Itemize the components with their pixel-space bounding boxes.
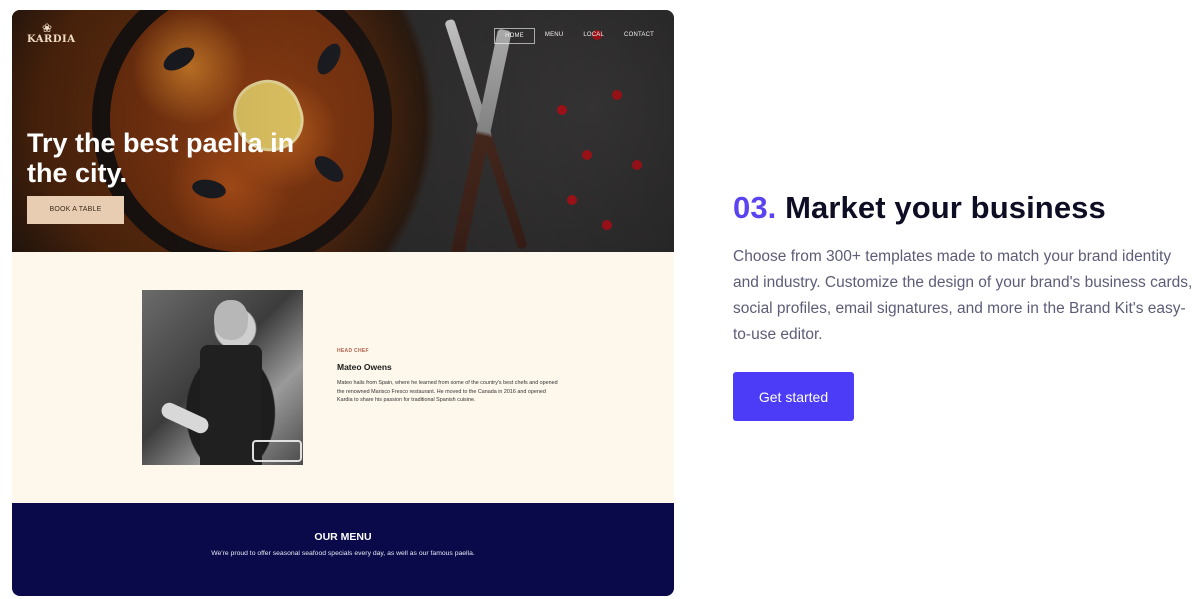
nav-item-menu[interactable]: MENU — [535, 28, 573, 44]
fish-icon: ❀ — [41, 21, 53, 35]
chef-role-label: HEAD CHEF — [337, 348, 369, 354]
hero-section: ❀ KARDIA HOME MENU LOCAL CONTACT Try the… — [12, 10, 674, 270]
feature-title: Market your business — [785, 190, 1106, 225]
chef-name: Mateo Owens — [337, 362, 392, 372]
hero-title: Try the best paella in the city. — [27, 128, 295, 188]
nav-item-home[interactable]: HOME — [494, 28, 535, 44]
feature-heading: 03. Market your business — [733, 190, 1106, 226]
book-table-button[interactable]: BOOK A TABLE — [27, 196, 124, 224]
brand-logo-text: KARDIA — [27, 34, 76, 45]
top-navigation: HOME MENU LOCAL CONTACT — [494, 28, 664, 44]
chef-bio: Mateo hails from Spain, where he learned… — [337, 380, 558, 404]
get-started-button[interactable]: Get started — [733, 372, 854, 421]
chef-section: HEAD CHEF Mateo Owens Mateo hails from S… — [12, 252, 674, 503]
menu-title: OUR MENU — [314, 531, 372, 543]
nav-item-local[interactable]: LOCAL — [573, 28, 614, 44]
feature-description: Choose from 300+ templates made to match… — [733, 248, 1193, 343]
menu-subtitle: We're proud to offer seasonal seafood sp… — [211, 550, 475, 557]
brand-logo[interactable]: ❀ KARDIA — [27, 21, 76, 45]
feature-step-number: 03. — [733, 190, 777, 225]
website-template-preview: ❀ KARDIA HOME MENU LOCAL CONTACT Try the… — [12, 10, 674, 596]
chef-photo — [142, 290, 303, 465]
chef-head-image — [214, 300, 248, 340]
bowl-image — [252, 440, 302, 462]
menu-section: OUR MENU We're proud to offer seasonal s… — [12, 503, 674, 596]
nav-item-contact[interactable]: CONTACT — [614, 28, 664, 44]
